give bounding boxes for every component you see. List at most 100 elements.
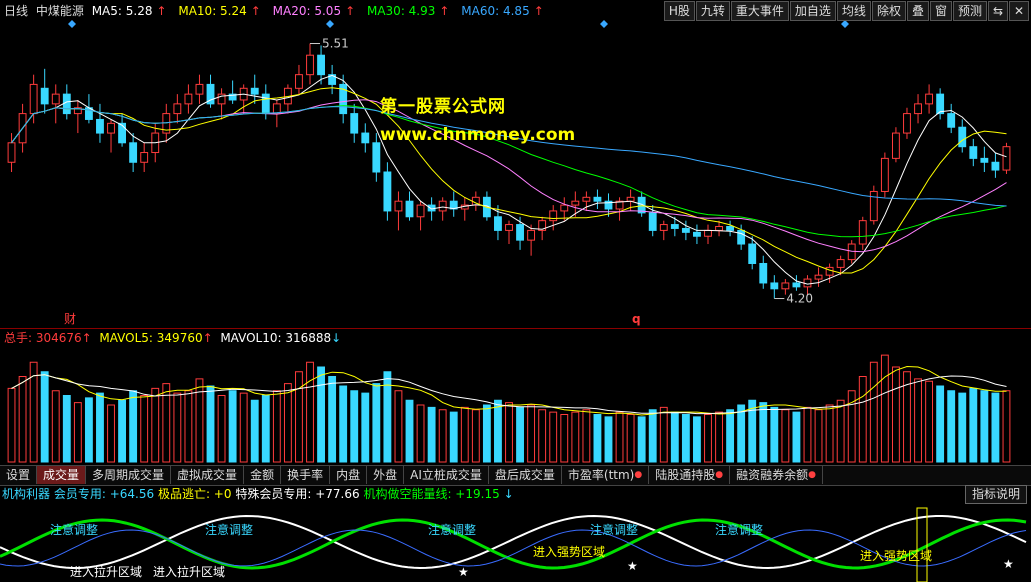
volume-bar [339,385,348,463]
candle-up [295,74,303,89]
candle-down [383,171,392,212]
toolbar-button-3[interactable]: 加自选 [789,1,836,21]
volume-bar [173,392,182,463]
candle-up [140,152,149,163]
candle-up [903,113,911,134]
tab-12[interactable]: 融资融券余额● [730,466,823,484]
candle-down [516,224,524,241]
escape-value: 极品逃亡: +0 [157,487,232,501]
candle-down [593,196,602,202]
toolbar-button-6[interactable]: 叠 [906,1,929,21]
indicator-chart[interactable]: 注意调整 注意调整 注意调整 注意调整 注意调整进入拉升区域 进入拉升区域 进入强势区域 进入… [0,502,1031,582]
candle-down [405,200,414,218]
star-icon: ★ [1003,557,1014,571]
toolbar-button-0[interactable]: H股 [663,1,695,21]
volume-bar [228,390,237,463]
volume-bar [84,397,93,463]
volume-bar [582,409,591,463]
total-volume: 总手: 304676↑ [4,331,92,345]
candle-up [527,229,536,241]
tab-2[interactable]: 多周期成交量 [86,466,172,484]
tab-0[interactable]: 设置 [0,466,38,484]
ma20-text: MA20: 5.05 [272,4,342,18]
toolbar-button-2[interactable]: 重大事件 [730,1,789,21]
candle-up [626,196,635,202]
volume-bar [394,390,403,463]
strong-zone-label: 进入强势区域 [533,545,605,559]
ma5-text: MA5: 5.28 [91,4,153,18]
volume-bar [693,416,701,463]
tab-8[interactable]: AI立桩成交量 [404,466,489,484]
indicator-legend: 机构利器 会员专用: +64.56 极品逃亡: +0 特殊会员专用: +77.6… [2,486,514,502]
volume-bar [361,392,370,463]
tab-11[interactable]: 陆股通持股● [649,466,731,484]
volume-bar [62,395,71,463]
candle-up [914,103,922,115]
watermark-url: www.chnmoney.com [380,125,576,145]
ma10-line [11,87,1007,274]
indicator-tabbar: 设置 成交量 多周期成交量 虚拟成交量 金额 换手率 内盘 外盘 AI立桩成交量 盘后成交量 市盈率… [0,465,1031,486]
volume-bar [516,406,524,463]
pane-divider[interactable] [0,328,1031,329]
period-label[interactable]: 日线 [4,4,28,18]
candle-up [836,259,845,268]
ma10-text: MA10: 5.24 [178,4,247,18]
toolbar-button-8[interactable]: 预测 [952,1,987,21]
tab-5[interactable]: 换手率 [281,466,331,484]
tab-7[interactable]: 外盘 [367,466,405,484]
candle-up [781,282,790,290]
candle-up [306,54,314,76]
volume-bar [571,411,580,463]
toolbar-button-5[interactable]: 除权 [871,1,906,21]
tab-9[interactable]: 盘后成交量 [489,466,562,484]
candle-up [869,190,878,222]
volume-bar [18,376,27,463]
volume-bar [151,387,160,463]
volume-bar [604,416,613,463]
tab-label: 融资融券余额 [736,468,809,482]
candle-down [958,126,967,148]
volume-bar [858,376,867,463]
volume-chart[interactable] [0,344,1031,464]
candle-down [250,87,259,95]
toolbar-button-4[interactable]: 均线 [836,1,871,21]
volume-bar [416,404,425,463]
volume-bar [538,409,547,463]
volume-bar [648,409,657,463]
candle-down [980,157,989,163]
candle-up [173,103,182,115]
volume-bar [283,383,292,463]
volume-bar [715,411,723,463]
volume-bar [73,402,82,463]
candle-down [737,229,746,245]
volume-bar [670,411,679,463]
price-chart[interactable]: 5.51 4.20 财 q [0,0,1031,328]
candle-down [947,113,956,128]
tab-1[interactable]: 成交量 [37,466,87,484]
candle-down [261,93,270,115]
high-price-label: 5.51 [322,37,349,51]
minimize-icon[interactable]: ⇆ [988,1,1008,21]
tab-10[interactable]: 市盈率(ttm)● [562,466,650,484]
tab-label: 外盘 [373,468,398,482]
total-volume-text: 总手: 304676 [4,331,82,345]
volume-bar [704,414,712,463]
close-icon[interactable]: ✕ [1009,1,1029,21]
toolbar-button-1[interactable]: 九转 [695,1,730,21]
candle-up [825,266,834,276]
candle-down [427,204,436,212]
volume-bar [350,390,359,463]
tab-3[interactable]: 虚拟成交量 [171,466,245,484]
tab-4[interactable]: 金额 [244,466,282,484]
tab-label: 设置 [6,468,31,482]
indicator-name[interactable]: 机构利器 [2,487,50,501]
volume-bar [51,390,60,463]
ma30-text: MA30: 4.93 [366,4,436,18]
tab-label: 陆股通持股 [655,468,716,482]
volume-bar [527,404,536,463]
candle-up [29,83,38,115]
tab-6[interactable]: 内盘 [330,466,368,484]
toolbar-button-7[interactable]: 窗 [929,1,952,21]
candle-down [494,216,502,231]
candle-down [681,227,690,233]
